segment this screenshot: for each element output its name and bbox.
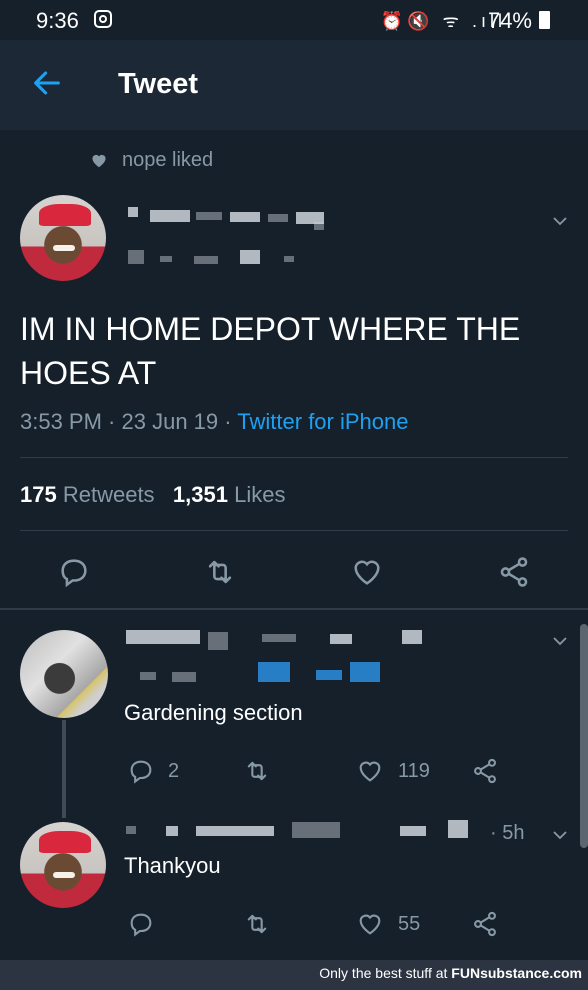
chevron-down-icon[interactable] — [551, 826, 569, 844]
divider — [0, 608, 588, 610]
avatar[interactable] — [20, 195, 106, 281]
scrollbar[interactable] — [580, 624, 588, 848]
retweets-count[interactable]: 175 — [20, 482, 57, 507]
likes-label[interactable]: Likes — [234, 482, 285, 507]
reply-icon[interactable] — [127, 910, 155, 938]
chevron-down-icon[interactable] — [551, 212, 569, 230]
back-arrow-icon[interactable] — [30, 66, 64, 100]
reply-time-value: 5h — [502, 822, 525, 844]
status-bar: 9:36 ⏰🔇 ᯤ .ıll 74% — [0, 0, 588, 40]
divider — [20, 530, 568, 531]
avatar[interactable] — [20, 822, 106, 908]
chevron-down-icon[interactable] — [551, 632, 569, 650]
battery-icon — [539, 11, 550, 29]
battery-percent: 74% — [487, 8, 532, 33]
app-bar: Tweet — [0, 40, 588, 130]
divider — [20, 457, 568, 458]
like-icon[interactable] — [350, 555, 384, 589]
share-icon[interactable] — [497, 555, 531, 589]
share-icon[interactable] — [471, 757, 499, 785]
retweet-icon[interactable] — [243, 910, 271, 938]
footer-brand: FUNsubstance.com — [451, 965, 582, 981]
camera-icon — [94, 10, 112, 28]
reply-time: · 5h — [490, 822, 525, 844]
tweet-stats: 175 Retweets 1,351 Likes — [20, 482, 285, 508]
reply-icon[interactable] — [127, 757, 155, 785]
like-icon[interactable] — [356, 910, 384, 938]
heart-icon — [92, 154, 106, 168]
like-count: 119 — [398, 760, 430, 782]
like-icon[interactable] — [356, 757, 384, 785]
avatar[interactable] — [20, 630, 108, 718]
tweet-time: 3:53 PM — [20, 409, 102, 434]
reply-count: 2 — [168, 760, 180, 782]
tweet-meta: 3:53 PM · 23 Jun 19 · Twitter for iPhone — [20, 409, 409, 434]
footer-text: Only the best stuff at — [319, 965, 448, 981]
tweet-date: 23 Jun 19 — [121, 409, 219, 434]
tweet-source-link[interactable]: Twitter for iPhone — [237, 409, 408, 434]
reply-text: Gardening section — [124, 700, 303, 725]
thread-connector — [62, 720, 66, 818]
tweet-text: IM IN HOME DEPOT WHERE THE HOES AT — [20, 311, 521, 391]
share-icon[interactable] — [471, 910, 499, 938]
reply-icon[interactable] — [57, 555, 91, 589]
liked-by-text: nope liked — [122, 149, 214, 171]
retweets-label[interactable]: Retweets — [63, 482, 155, 507]
watermark-footer: Only the best stuff at FUNsubstance.com — [319, 965, 582, 981]
liked-by-line: nope liked — [90, 149, 213, 172]
page-title: Tweet — [118, 68, 199, 100]
retweet-icon[interactable] — [243, 757, 271, 785]
reply-text: Thankyou — [124, 853, 221, 878]
status-time: 9:36 — [36, 8, 79, 33]
retweet-icon[interactable] — [203, 555, 237, 589]
likes-count[interactable]: 1,351 — [173, 482, 228, 507]
like-count: 55 — [398, 913, 421, 935]
